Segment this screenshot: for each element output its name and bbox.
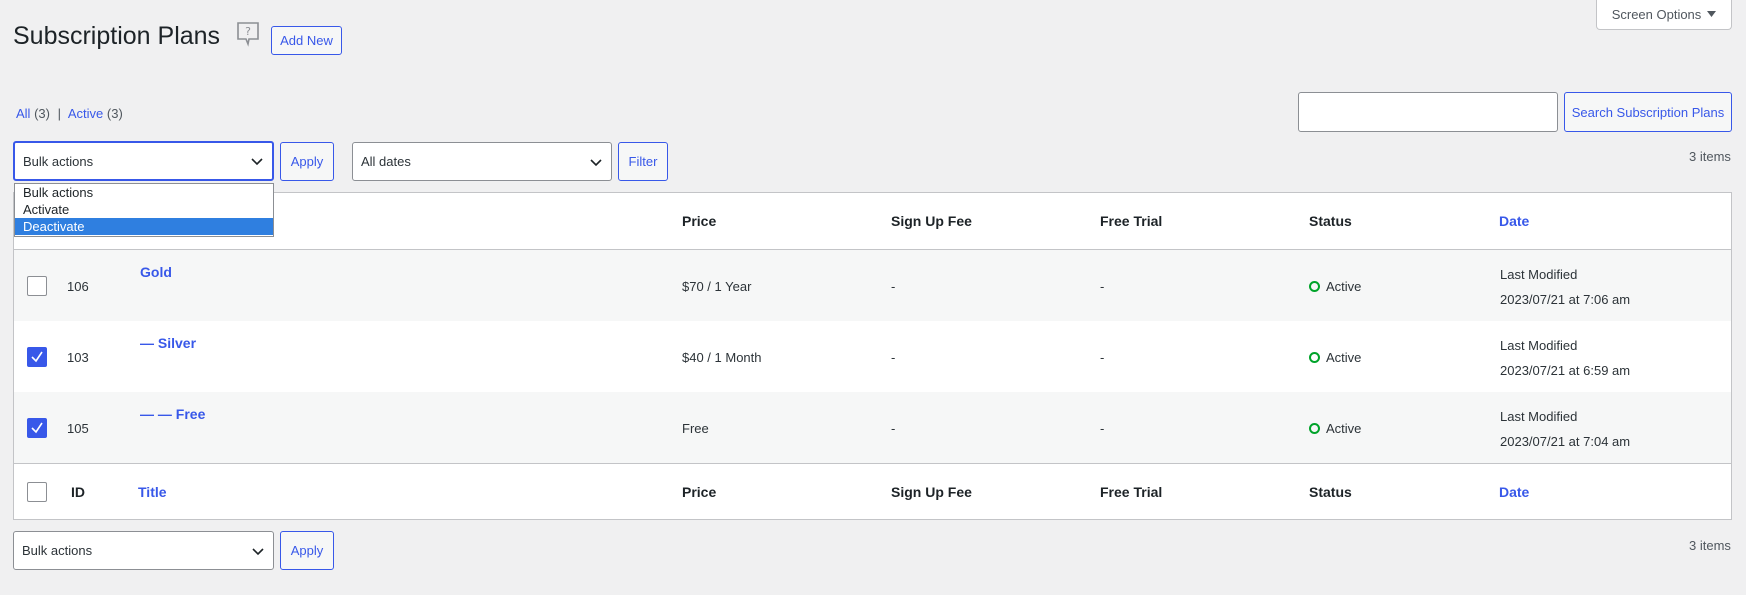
row-id: 105 <box>67 421 89 436</box>
screen-options-button[interactable]: Screen Options <box>1596 0 1732 30</box>
table-row: 103 — Silver $40 / 1 Month - - Active La… <box>14 321 1731 392</box>
row-free-trial: - <box>1100 279 1105 294</box>
caret-down-icon <box>1707 11 1717 17</box>
status-circle-icon <box>1309 423 1320 434</box>
table-row: 106 Gold $70 / 1 Year - - Active Last Mo… <box>14 250 1731 321</box>
dates-filter-select[interactable]: All dates <box>352 142 612 181</box>
help-icon[interactable]: ? <box>236 21 260 47</box>
row-status: Active <box>1309 421 1361 436</box>
row-free-trial: - <box>1100 350 1105 365</box>
column-free-trial-footer: Free Trial <box>1100 484 1163 500</box>
row-price: Free <box>682 421 709 436</box>
column-id-footer: ID <box>71 484 85 500</box>
bulk-actions-dropdown-list: Bulk actions Activate Deactivate <box>14 183 274 237</box>
row-checkbox[interactable] <box>27 276 47 296</box>
row-status: Active <box>1309 350 1361 365</box>
row-date-label: Last Modified <box>1500 338 1578 353</box>
row-id: 103 <box>67 350 89 365</box>
screen-options-label: Screen Options <box>1611 7 1702 22</box>
status-circle-icon <box>1309 281 1320 292</box>
items-count-top: 3 items <box>1689 149 1731 164</box>
column-date-header[interactable]: Date <box>1499 213 1529 229</box>
search-input[interactable] <box>1298 92 1558 132</box>
row-title-link[interactable]: — — Free <box>140 406 205 422</box>
row-sign-up-fee: - <box>891 421 896 436</box>
svg-text:?: ? <box>245 25 251 38</box>
view-active-link[interactable]: Active <box>68 106 103 121</box>
apply-button-bottom[interactable]: Apply <box>280 531 334 570</box>
bulk-option-bulk-actions[interactable]: Bulk actions <box>15 184 273 201</box>
column-price-header: Price <box>682 213 717 229</box>
checkmark-icon <box>31 422 43 434</box>
bulk-actions-value-bottom: Bulk actions <box>22 543 93 558</box>
column-sign-up-fee-header: Sign Up Fee <box>891 213 972 229</box>
status-views: All (3) | Active (3) <box>16 106 123 121</box>
column-date-footer[interactable]: Date <box>1499 484 1529 500</box>
column-free-trial-header: Free Trial <box>1100 213 1163 229</box>
bulk-option-deactivate[interactable]: Deactivate <box>15 218 273 235</box>
bulk-actions-value: Bulk actions <box>23 153 94 169</box>
filter-button[interactable]: Filter <box>618 142 668 181</box>
row-date-label: Last Modified <box>1500 267 1578 282</box>
dates-filter-value: All dates <box>361 154 411 169</box>
column-status-header: Status <box>1309 213 1352 229</box>
row-free-trial: - <box>1100 421 1105 436</box>
chevron-down-icon <box>590 158 602 166</box>
subscription-plans-table: Price Sign Up Fee Free Trial Status Date… <box>13 192 1732 520</box>
row-status-label: Active <box>1326 421 1362 436</box>
view-separator: | <box>57 106 61 121</box>
search-button[interactable]: Search Subscription Plans <box>1564 92 1732 132</box>
bulk-actions-select-bottom[interactable]: Bulk actions <box>13 531 274 570</box>
row-date-value: 2023/07/21 at 6:59 am <box>1500 363 1631 378</box>
add-new-button[interactable]: Add New <box>271 26 342 55</box>
footer-divider <box>14 463 1731 464</box>
row-status: Active <box>1309 279 1361 294</box>
column-status-footer: Status <box>1309 484 1352 500</box>
row-status-label: Active <box>1326 350 1362 365</box>
table-row: 105 — — Free Free - - Active Last Modifi… <box>14 392 1731 463</box>
row-date-value: 2023/07/21 at 7:06 am <box>1500 292 1631 307</box>
status-circle-icon <box>1309 352 1320 363</box>
row-date-value: 2023/07/21 at 7:04 am <box>1500 434 1631 449</box>
row-title-link[interactable]: Gold <box>140 264 172 280</box>
items-count-bottom: 3 items <box>1689 538 1731 553</box>
view-all-link[interactable]: All <box>16 106 30 121</box>
row-date-label: Last Modified <box>1500 409 1578 424</box>
chevron-down-icon <box>251 158 263 166</box>
column-sign-up-fee-footer: Sign Up Fee <box>891 484 972 500</box>
row-sign-up-fee: - <box>891 279 896 294</box>
select-all-checkbox-footer[interactable] <box>27 482 47 502</box>
view-all-count: (3) <box>34 106 50 121</box>
row-price: $70 / 1 Year <box>682 279 752 294</box>
row-sign-up-fee: - <box>891 350 896 365</box>
row-price: $40 / 1 Month <box>682 350 762 365</box>
row-title-link[interactable]: — Silver <box>140 335 196 351</box>
chevron-down-icon <box>252 547 264 555</box>
view-active-count: (3) <box>106 106 123 121</box>
bulk-option-activate[interactable]: Activate <box>15 201 273 218</box>
page-title: Subscription Plans <box>13 22 221 50</box>
row-id: 106 <box>67 279 89 294</box>
row-status-label: Active <box>1326 279 1362 294</box>
column-price-footer: Price <box>682 484 717 500</box>
row-checkbox[interactable] <box>27 418 47 438</box>
checkmark-icon <box>31 351 43 363</box>
row-checkbox[interactable] <box>27 347 47 367</box>
bulk-actions-select-top[interactable]: Bulk actions <box>13 141 274 181</box>
apply-button-top[interactable]: Apply <box>280 142 334 181</box>
column-title-footer[interactable]: Title <box>138 484 167 500</box>
